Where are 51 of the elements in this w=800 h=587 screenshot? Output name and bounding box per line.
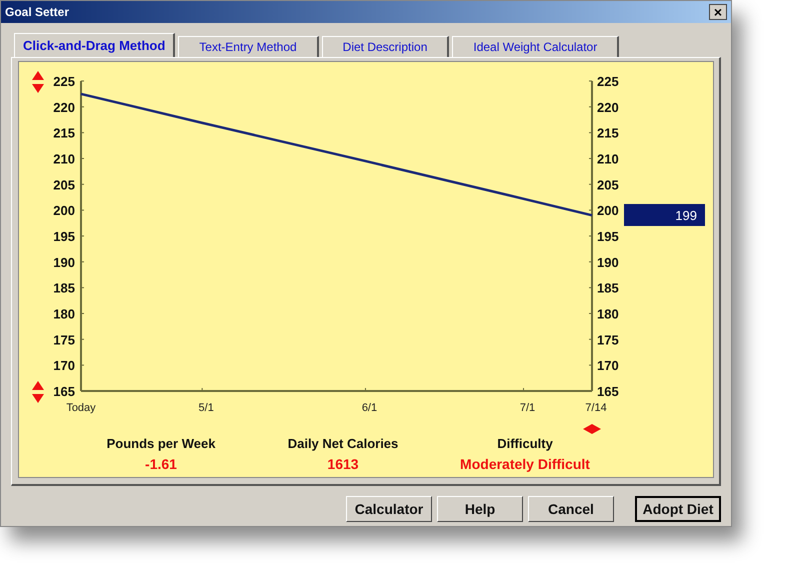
y-tick-label: 220 bbox=[597, 100, 619, 115]
x-tick-label: 7/14 bbox=[585, 402, 607, 414]
y-tick-label: 195 bbox=[53, 229, 75, 244]
y-tick-label: 205 bbox=[597, 177, 619, 192]
y-tick-label: 165 bbox=[53, 384, 75, 399]
y-tick-label: 220 bbox=[53, 100, 75, 115]
x-tick-label: 7/1 bbox=[520, 402, 536, 414]
stat-label: Pounds per Week bbox=[106, 435, 216, 453]
y-tick-label: 180 bbox=[597, 306, 619, 322]
y-tick-label: 170 bbox=[597, 358, 619, 374]
y-tick-label: 190 bbox=[597, 254, 619, 270]
y-tick-label: 195 bbox=[597, 229, 619, 244]
y-tick-label: 185 bbox=[53, 280, 75, 296]
dialog-button[interactable]: Cancel bbox=[528, 496, 614, 522]
window-title: Goal Setter bbox=[5, 4, 70, 21]
x-tick-label: 5/1 bbox=[198, 402, 214, 414]
y-tick-label: 175 bbox=[597, 332, 619, 348]
y-tick-label: 200 bbox=[53, 203, 75, 218]
x-tick-label: Today bbox=[66, 402, 96, 414]
stat-value: 1613 bbox=[327, 454, 359, 474]
up-down-arrow-icon[interactable] bbox=[32, 381, 44, 403]
value-box[interactable]: 199 bbox=[624, 204, 705, 226]
y-tick-label: 165 bbox=[597, 384, 619, 399]
tab[interactable]: Diet Description bbox=[322, 36, 450, 57]
y-tick-label: 190 bbox=[53, 254, 75, 270]
stat-value: -1.61 bbox=[145, 454, 177, 474]
stat-label: Daily Net Calories bbox=[288, 435, 398, 453]
y-tick-label: 200 bbox=[597, 203, 619, 218]
dialog-button[interactable]: Adopt Diet bbox=[635, 496, 721, 522]
left-right-arrow-icon[interactable] bbox=[583, 424, 601, 434]
y-tick-label: 180 bbox=[53, 306, 75, 322]
y-tick-label: 185 bbox=[597, 280, 619, 296]
dialog-button[interactable]: Help bbox=[437, 496, 523, 522]
up-down-arrow-icon[interactable] bbox=[32, 71, 44, 93]
tab[interactable]: Click-and-Drag Method bbox=[14, 33, 176, 57]
y-tick-label: 205 bbox=[53, 177, 75, 192]
y-tick-label: 170 bbox=[53, 358, 75, 374]
y-tick-label: 225 bbox=[53, 74, 75, 89]
dialog-button[interactable]: Calculator bbox=[346, 496, 432, 522]
y-tick-label: 210 bbox=[597, 152, 619, 166]
stat-value: Moderately Difficult bbox=[460, 454, 590, 474]
close-button[interactable]: × bbox=[709, 4, 727, 20]
y-tick-label: 175 bbox=[53, 332, 75, 348]
tab[interactable]: Ideal Weight Calculator bbox=[452, 36, 620, 57]
y-tick-label: 225 bbox=[597, 74, 619, 89]
y-tick-label: 215 bbox=[53, 126, 75, 141]
tab[interactable]: Text-Entry Method bbox=[178, 36, 319, 57]
y-tick-label: 215 bbox=[597, 126, 619, 141]
x-tick-label: 6/1 bbox=[362, 402, 378, 414]
stat-label: Difficulty bbox=[497, 435, 553, 453]
y-tick-label: 210 bbox=[53, 152, 75, 166]
